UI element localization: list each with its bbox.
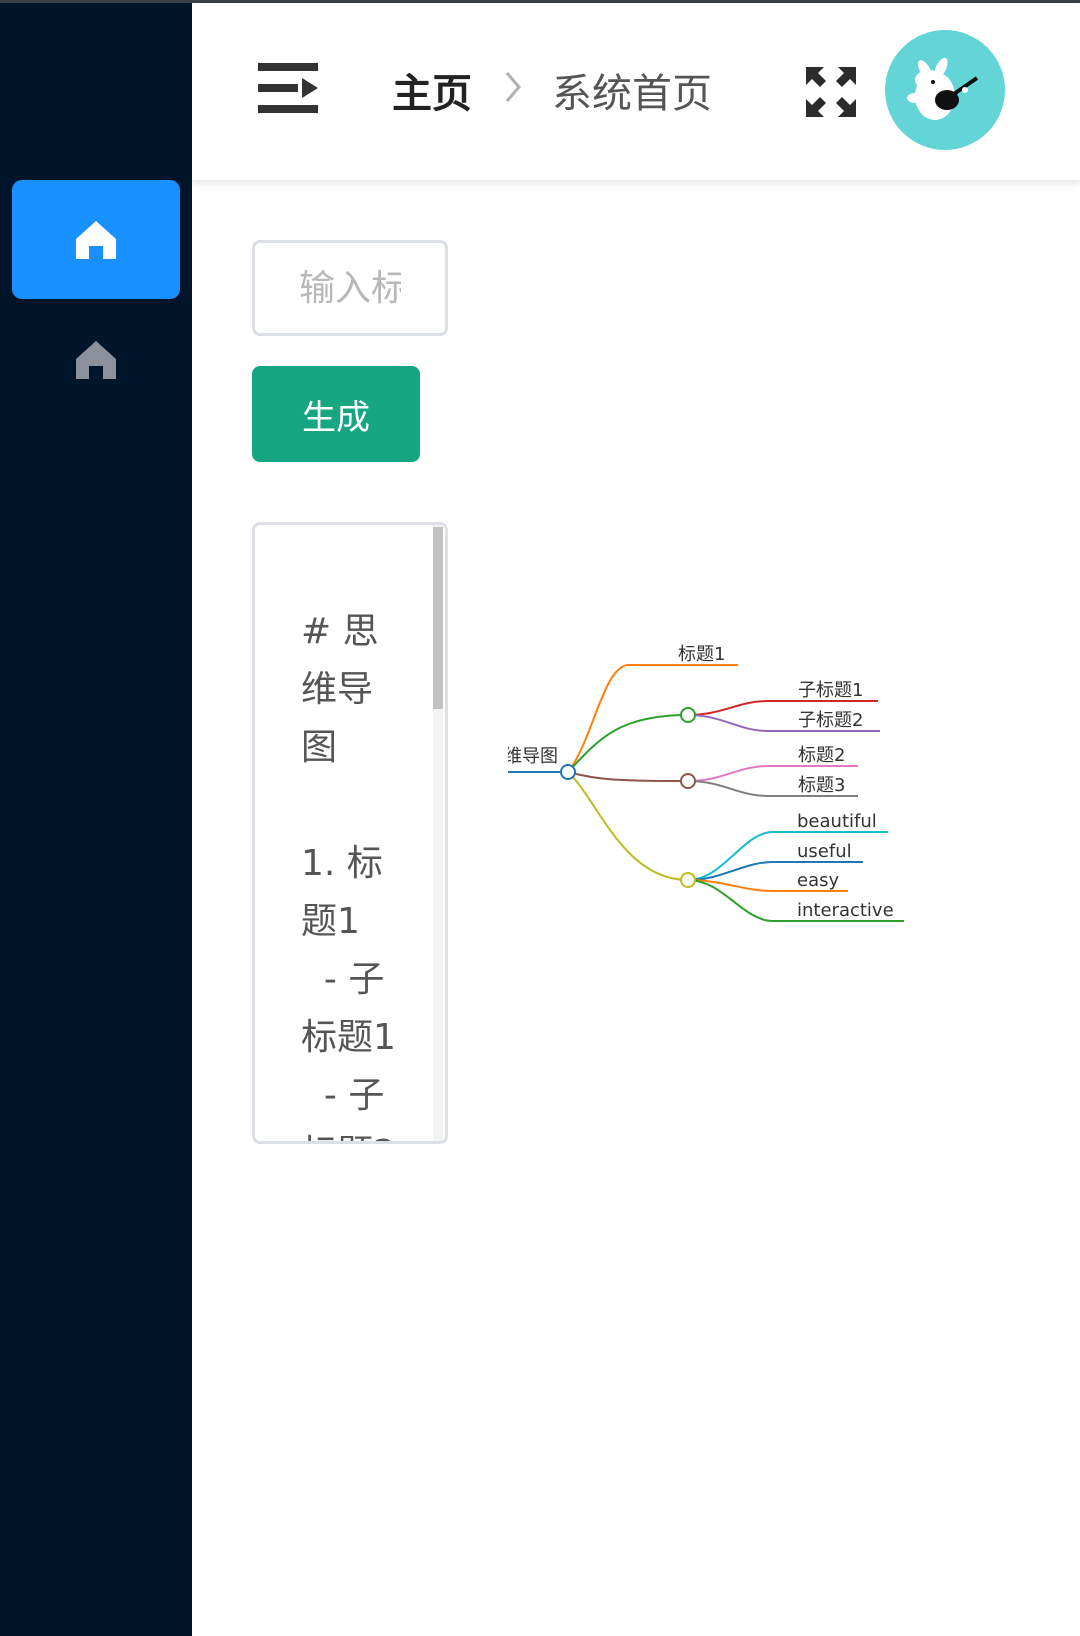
top-header: 主页 系统首页 (192, 3, 1080, 180)
mindmap-node[interactable]: 标题1 (678, 644, 725, 665)
user-avatar[interactable] (885, 30, 1005, 150)
mindmap-root[interactable]: 思维导图 (508, 746, 558, 767)
mindmap-view[interactable]: 思维导图 标题1 子标题1 子标题2 标题2 标题3 beautiful use… (508, 620, 940, 940)
mindmap-node[interactable]: beautiful (797, 811, 877, 832)
markdown-editor[interactable]: # 思维导图 1. 标题1 - 子标题1 - 子标题2 2. 标题2 3. 标题… (252, 522, 448, 1144)
mindmap-node[interactable]: easy (797, 870, 839, 891)
mindmap-node[interactable]: 子标题1 (798, 680, 863, 701)
menu-toggle-button[interactable] (258, 63, 318, 115)
mindmap-node[interactable]: useful (797, 841, 852, 862)
mindmap-node[interactable]: interactive (797, 900, 894, 921)
home-icon (76, 340, 116, 379)
sidebar-item-home[interactable] (12, 180, 180, 299)
breadcrumb-current: 系统首页 (552, 71, 712, 117)
breadcrumb-separator-icon (505, 72, 521, 102)
mindmap-node[interactable]: 标题2 (798, 745, 845, 766)
scrollbar-thumb[interactable] (433, 527, 443, 709)
fullscreen-icon (806, 67, 856, 117)
markdown-scrollbar[interactable] (433, 525, 443, 1141)
title-input[interactable] (252, 240, 448, 336)
breadcrumb-home[interactable]: 主页 (392, 61, 472, 119)
sidebar-item-home-2[interactable] (12, 300, 180, 419)
fullscreen-button[interactable] (804, 65, 858, 119)
sidebar (0, 3, 192, 1636)
generate-button[interactable]: 生成 (252, 366, 420, 462)
menu-fold-icon (258, 63, 318, 113)
mindmap-node[interactable]: 标题3 (798, 775, 845, 796)
home-icon (76, 220, 116, 259)
mindmap-node[interactable]: 子标题2 (798, 710, 863, 731)
avatar-image (907, 57, 979, 120)
